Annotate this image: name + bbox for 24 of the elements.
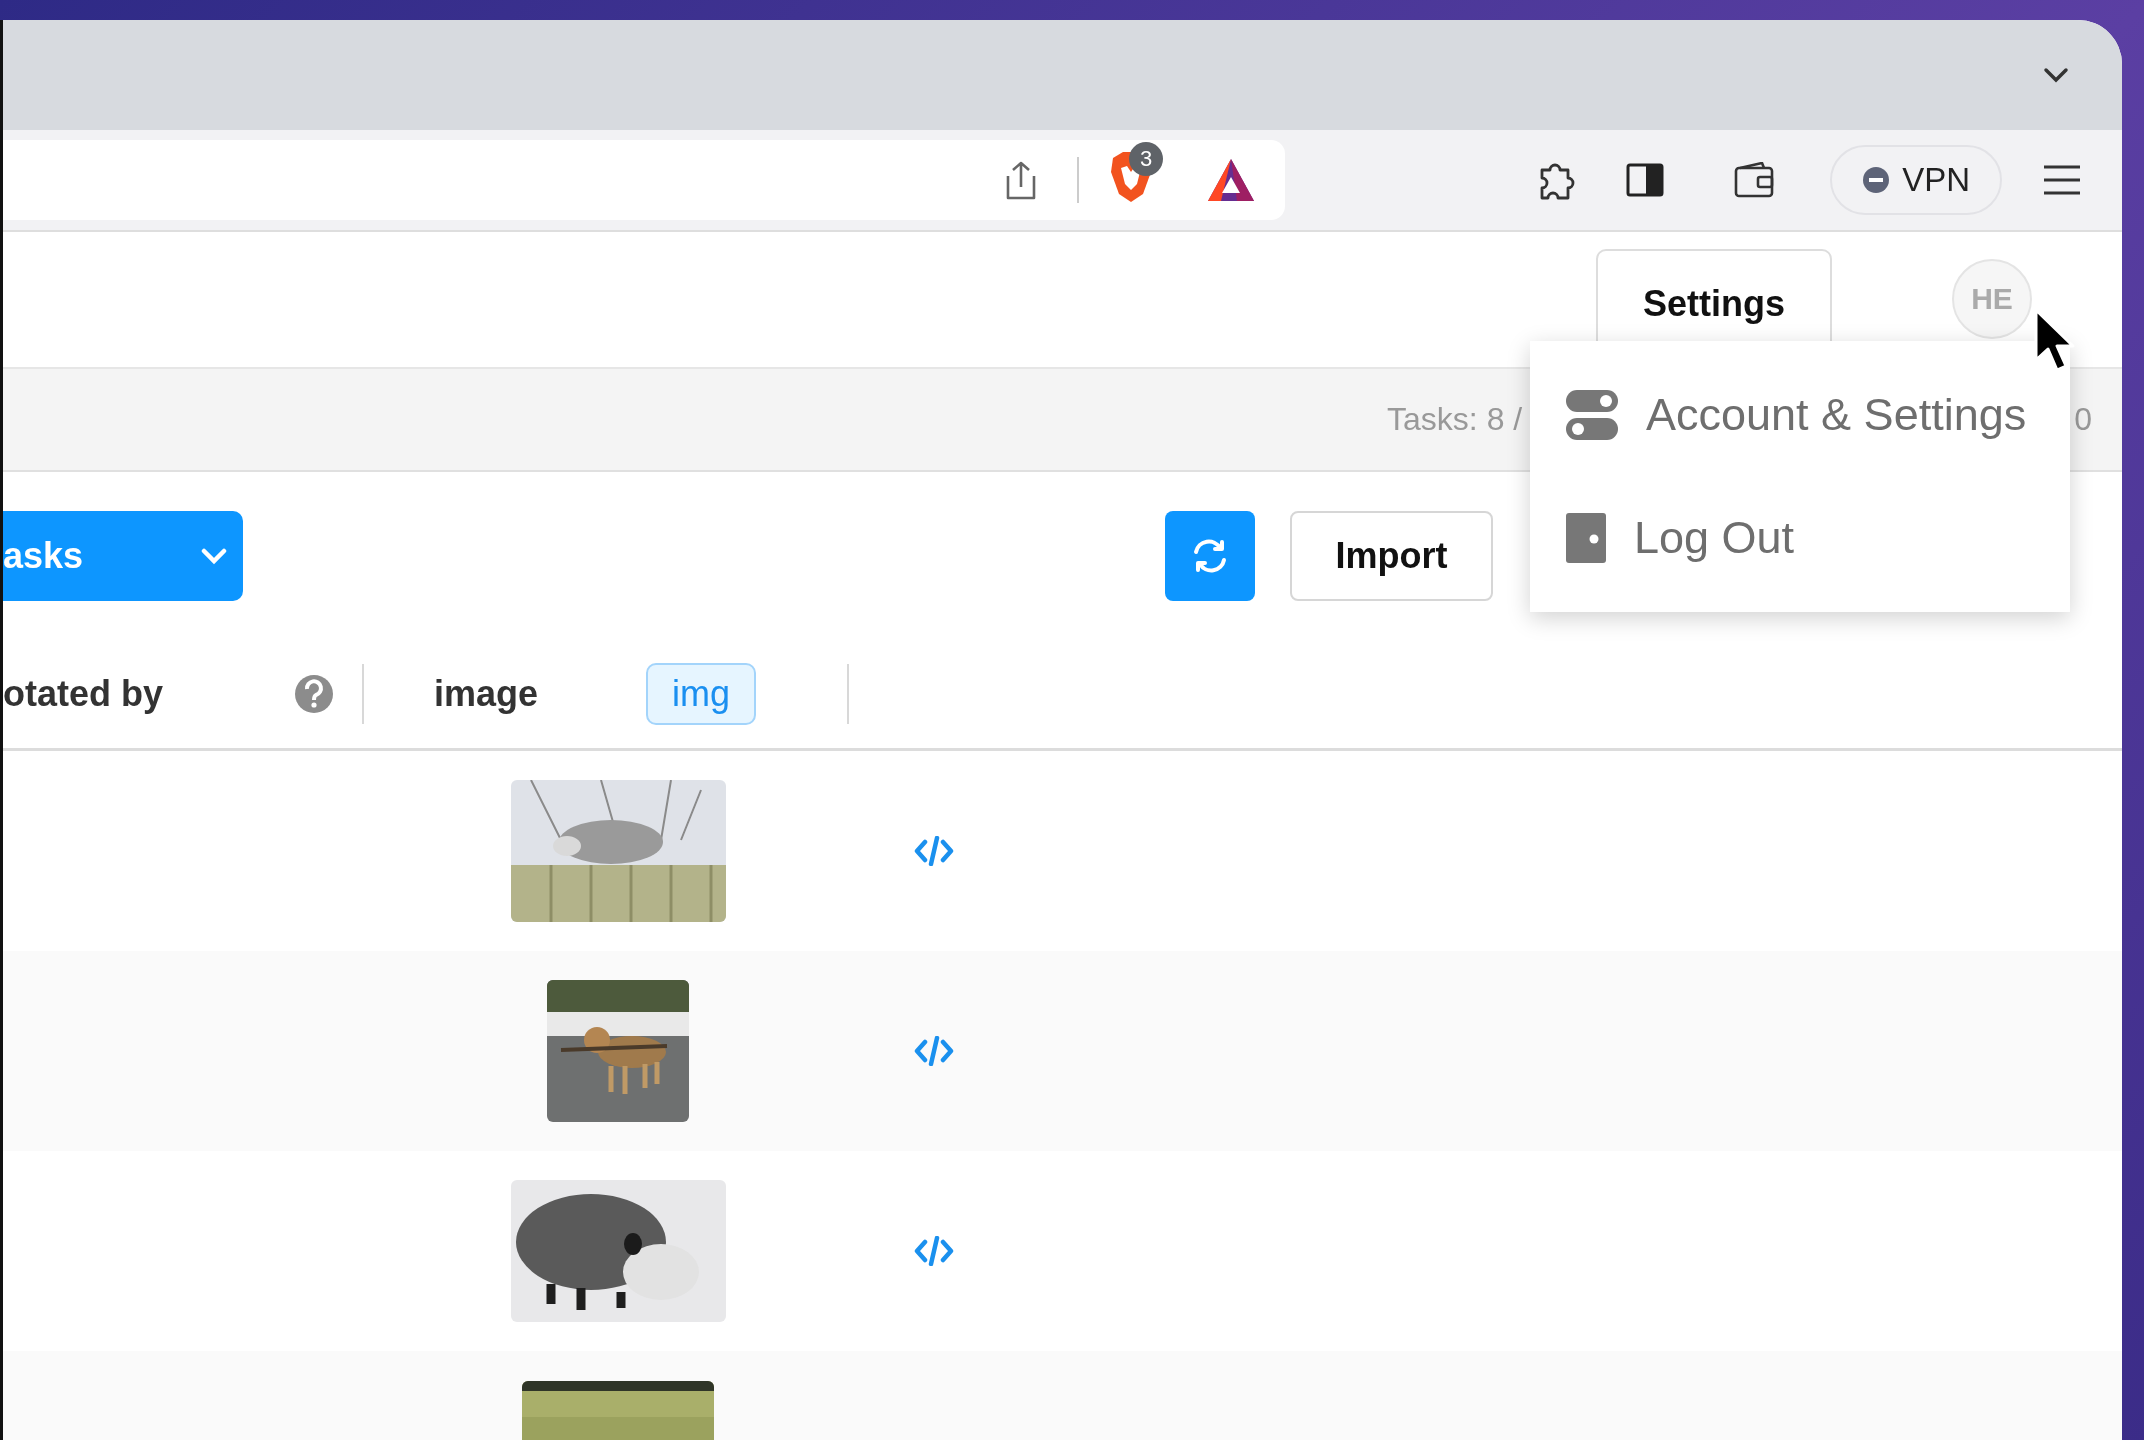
- tasks-dropdown-button[interactable]: asks: [3, 510, 243, 601]
- tag: img: [646, 662, 757, 725]
- toggle-icon: [1566, 389, 1618, 440]
- count-text: 0: [2074, 401, 2092, 438]
- menu-item[interactable]: Log Out: [1530, 483, 2070, 594]
- code-icon[interactable]: [914, 1236, 954, 1266]
- task-count: Tasks: 8 /: [1387, 401, 1523, 438]
- count-badge: 3: [1129, 142, 1163, 176]
- vpn-button[interactable]: VPN: [1830, 145, 2002, 215]
- triangle-logo-icon[interactable]: [1207, 157, 1255, 203]
- menu-icon[interactable]: [2042, 163, 2082, 197]
- import-button[interactable]: Import: [1290, 510, 1493, 601]
- code-icon[interactable]: [914, 1036, 954, 1066]
- menu-item[interactable]: Account & Settings: [1530, 359, 2070, 470]
- chevron-down-icon: [201, 546, 227, 565]
- code-icon[interactable]: [914, 836, 954, 866]
- help-icon[interactable]: [294, 673, 334, 714]
- column-header: image: [434, 672, 539, 715]
- column-header: otated by: [3, 672, 163, 715]
- sidebar-icon[interactable]: [1626, 163, 1665, 197]
- door-icon: [1566, 513, 1606, 564]
- minus-circle-icon: [1862, 166, 1891, 194]
- refresh-button[interactable]: [1165, 510, 1255, 601]
- wallet-icon[interactable]: [1734, 162, 1775, 198]
